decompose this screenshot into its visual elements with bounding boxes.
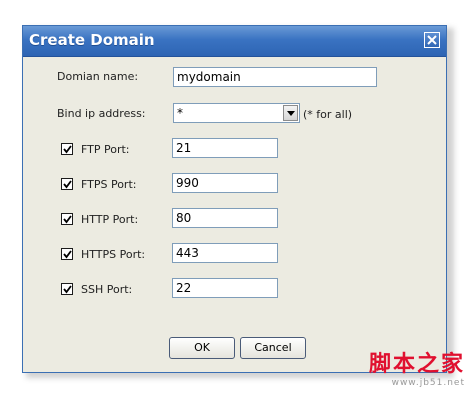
ftps-port-checkbox[interactable] [61,178,73,190]
https-port-checkbox[interactable] [61,248,73,260]
ssh-port-checkbox[interactable] [61,283,73,295]
bind-ip-label: Bind ip address: [57,107,146,120]
bind-ip-value: * [177,106,183,120]
dialog-title: Create Domain [29,31,155,49]
ftps-port-label: FTPS Port: [81,178,137,191]
ssh-port-label: SSH Port: [81,283,133,296]
dialog-titlebar[interactable]: Create Domain [23,26,446,57]
dropdown-arrow-button[interactable] [283,105,298,121]
http-port-checkbox[interactable] [61,213,73,225]
watermark: 脚本之家 www.jb51.net [369,346,465,388]
domain-name-label: Domian name: [57,70,139,83]
create-domain-dialog: Create Domain Domian name: mydomain Bind… [22,25,447,373]
checkmark-icon [62,249,72,258]
checkmark-icon [62,144,72,153]
bind-ip-hint: (* for all) [303,108,353,121]
close-icon [427,35,437,45]
ftps-port-input[interactable]: 990 [172,173,278,193]
https-port-label: HTTPS Port: [81,248,146,261]
ssh-port-input[interactable]: 22 [172,278,278,298]
domain-name-input[interactable]: mydomain [173,67,377,87]
checkmark-icon [62,214,72,223]
checkmark-icon [62,179,72,188]
cancel-button[interactable]: Cancel [240,337,306,359]
https-port-input[interactable]: 443 [172,243,278,263]
watermark-url: www.jb51.net [391,378,465,388]
http-port-input[interactable]: 80 [172,208,278,228]
chevron-down-icon [286,110,295,116]
ftp-port-input[interactable]: 21 [172,138,278,158]
ftp-port-checkbox[interactable] [61,143,73,155]
ok-button[interactable]: OK [169,337,235,359]
close-button[interactable] [424,32,440,48]
watermark-logo: 脚本之家 [368,351,465,377]
checkmark-icon [62,284,72,293]
ftp-port-label: FTP Port: [81,143,130,156]
bind-ip-select[interactable]: * [173,103,300,123]
http-port-label: HTTP Port: [81,213,139,226]
